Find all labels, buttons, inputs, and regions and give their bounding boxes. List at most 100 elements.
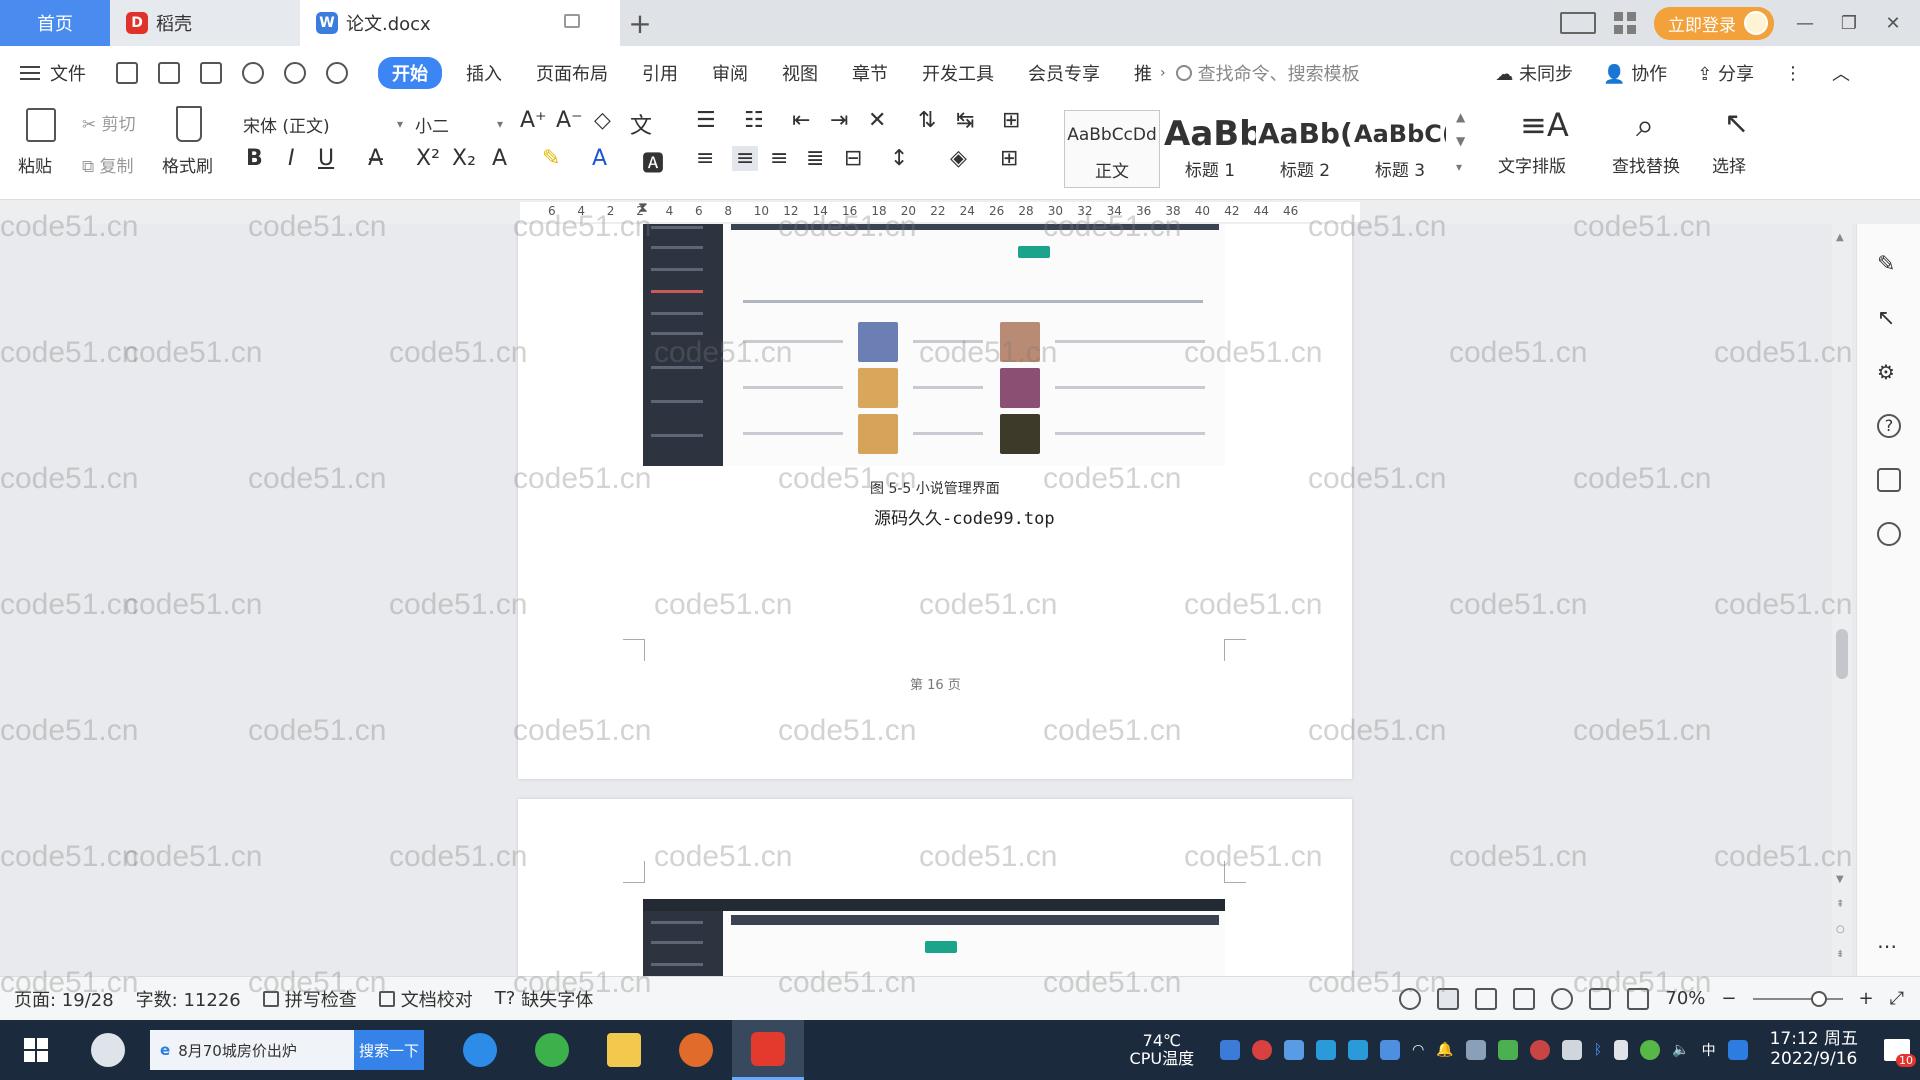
menu-references[interactable]: 引用 xyxy=(642,60,678,86)
undo-icon[interactable] xyxy=(284,62,306,84)
superscript-icon[interactable]: X² xyxy=(416,146,440,171)
settings-sliders-icon[interactable]: ⚙ xyxy=(1877,360,1901,384)
align-left-icon[interactable]: ≡ xyxy=(696,146,714,171)
zoom-slider-knob[interactable] xyxy=(1810,990,1827,1007)
shrink-font-icon[interactable]: A⁻ xyxy=(556,108,583,133)
tab-document[interactable]: W 论文.docx xyxy=(300,0,620,46)
menu-review[interactable]: 审阅 xyxy=(712,60,748,86)
layout-toggle-icon[interactable] xyxy=(1560,12,1596,34)
collapse-ribbon-icon[interactable]: ︿ xyxy=(1832,60,1850,86)
missing-font-button[interactable]: T? 缺失字体 xyxy=(495,986,594,1012)
phonetic-guide-icon[interactable]: 文 xyxy=(630,108,652,140)
nvidia-icon[interactable] xyxy=(1497,1040,1518,1060)
menu-member[interactable]: 会员专享 xyxy=(1028,60,1100,86)
bold-icon[interactable]: B xyxy=(246,146,263,171)
zoom-in-icon[interactable]: + xyxy=(1859,988,1874,1009)
cpu-temp[interactable]: 74℃ CPU温度 xyxy=(1130,1032,1195,1067)
menu-insert[interactable]: 插入 xyxy=(466,60,502,86)
taskbar-app-explorer[interactable] xyxy=(588,1020,660,1080)
menu-page-layout[interactable]: 页面布局 xyxy=(536,60,608,86)
decrease-indent-icon[interactable]: ⇤ xyxy=(792,108,810,133)
sync-status[interactable]: ☁ 未同步 xyxy=(1495,60,1573,86)
numbered-list-icon[interactable]: ☷ xyxy=(744,108,764,133)
bluetooth-icon[interactable]: ᛒ xyxy=(1594,1042,1602,1058)
outline-view-icon[interactable] xyxy=(1475,987,1498,1010)
paste-button[interactable]: 粘贴 xyxy=(18,152,52,177)
vertical-scrollbar[interactable]: ▲ ▼ ⇞ ○ ⇟ xyxy=(1832,224,1852,976)
tab-daoke[interactable]: D 稻壳 xyxy=(110,0,300,46)
italic-icon[interactable]: I xyxy=(288,146,295,171)
minimize-icon[interactable]: — xyxy=(1792,13,1818,34)
menu-more[interactable]: 推 xyxy=(1134,60,1152,86)
grow-font-icon[interactable]: A⁺ xyxy=(520,108,547,133)
notification-center-icon[interactable]: 10 xyxy=(1884,1039,1916,1067)
underline-icon[interactable]: U xyxy=(318,146,334,171)
style-normal[interactable]: AaBbCcDd 正文 xyxy=(1064,110,1160,188)
more-tools-icon[interactable]: ⋯ xyxy=(1877,934,1901,958)
ruler[interactable]: 6 4 2 2 4 6 8 10 12 14 16 18 20 22 24 26 28 30 32 34 36 38 40 4… xyxy=(0,200,1920,224)
page-indicator[interactable]: 页面: 19/28 xyxy=(14,986,114,1012)
font-size-select[interactable]: 小二 xyxy=(408,110,508,138)
find-replace-icon[interactable]: ⌕ xyxy=(1636,106,1654,145)
command-search[interactable]: 查找命令、搜索模板 xyxy=(1175,60,1360,86)
tray-app-icon[interactable] xyxy=(1348,1040,1369,1060)
pin-window-icon[interactable] xyxy=(564,14,580,28)
increase-indent-icon[interactable]: ⇥ xyxy=(830,108,848,133)
format-painter-icon[interactable] xyxy=(176,106,202,142)
qq-icon[interactable] xyxy=(1529,1040,1550,1060)
login-button[interactable]: 立即登录 xyxy=(1654,6,1774,40)
taskbar-app-browser[interactable] xyxy=(516,1020,588,1080)
style-heading-1[interactable]: AaBb 标题 1 xyxy=(1164,110,1256,188)
tab-home[interactable]: 首页 xyxy=(0,0,110,46)
prev-page-icon[interactable]: ⇞ xyxy=(1836,899,1844,910)
print-preview-icon[interactable] xyxy=(242,62,264,84)
taskbar-search[interactable]: e 8月70城房价出炉 搜索一下 xyxy=(150,1030,424,1070)
scroll-up-icon[interactable]: ▲ xyxy=(1836,232,1844,243)
menu-scroll-right-icon[interactable]: › xyxy=(1160,65,1166,81)
style-scroll-up-icon[interactable]: ▲ xyxy=(1456,110,1465,124)
line-spacing-icon[interactable]: ↕ xyxy=(890,146,908,171)
zoom-slider[interactable] xyxy=(1752,990,1843,1007)
eye-protection-icon[interactable] xyxy=(1399,987,1422,1010)
reading-view-icon[interactable] xyxy=(1513,987,1536,1010)
justify-icon[interactable]: ≣ xyxy=(806,146,824,171)
usb-icon[interactable] xyxy=(1614,1040,1629,1060)
document-page-next[interactable] xyxy=(518,799,1352,976)
save-icon[interactable] xyxy=(116,62,138,84)
page-view-icon[interactable] xyxy=(1437,987,1460,1010)
tray-app-icon[interactable] xyxy=(1284,1040,1305,1060)
text-direction-icon[interactable]: ↹ xyxy=(956,108,974,133)
select-cursor-icon[interactable]: ↖ xyxy=(1724,106,1749,141)
select-object-icon[interactable]: ↖ xyxy=(1877,306,1901,331)
tray-app-icon[interactable] xyxy=(1252,1040,1273,1060)
proofread-button[interactable]: 文档校对 xyxy=(378,986,473,1012)
shield-icon[interactable] xyxy=(1380,1040,1401,1060)
menu-home[interactable]: 开始 xyxy=(378,57,442,89)
text-layout-icon[interactable]: ≡A xyxy=(1520,106,1569,144)
apps-grid-icon[interactable] xyxy=(1614,12,1636,34)
bell-icon[interactable]: 🔔 xyxy=(1436,1042,1453,1058)
font-name-select[interactable]: 宋体 (正文) xyxy=(236,110,408,138)
wifi-icon[interactable]: ◠ xyxy=(1412,1042,1424,1058)
distributed-icon[interactable]: ⊟ xyxy=(844,146,862,171)
tray-app-icon[interactable] xyxy=(1640,1040,1661,1060)
strikethrough-icon[interactable]: A̶ xyxy=(368,146,383,171)
fit-page-icon[interactable] xyxy=(1627,987,1650,1010)
chinese-layout-icon[interactable]: ✕ xyxy=(868,108,886,133)
volume-icon[interactable]: 🔈 xyxy=(1672,1042,1689,1058)
style-expand-icon[interactable]: ▾ xyxy=(1456,160,1462,174)
font-color-icon[interactable]: A xyxy=(592,146,607,171)
text-layout-button[interactable]: 文字排版 xyxy=(1498,152,1566,177)
clear-format-icon[interactable]: ◇ xyxy=(594,108,611,133)
borders-icon[interactable]: ⊞ xyxy=(1000,146,1018,171)
char-border-icon[interactable]: 🅰 xyxy=(642,146,664,178)
taskbar-app-ie[interactable] xyxy=(444,1020,516,1080)
format-painter-button[interactable]: 格式刷 xyxy=(162,152,213,177)
taskbar-search-button[interactable]: 搜索一下 xyxy=(354,1030,424,1070)
write-mode-icon[interactable] xyxy=(1589,987,1612,1010)
taskbar-app-pinwheel[interactable] xyxy=(72,1020,144,1080)
print-icon[interactable] xyxy=(200,62,222,84)
document-canvas[interactable]: 图 5-5 小说管理界面 源码久久-code99.top 第 16 页 xyxy=(0,224,1840,976)
edit-pen-icon[interactable]: ✎ xyxy=(1877,252,1901,277)
start-button[interactable] xyxy=(0,1038,72,1062)
